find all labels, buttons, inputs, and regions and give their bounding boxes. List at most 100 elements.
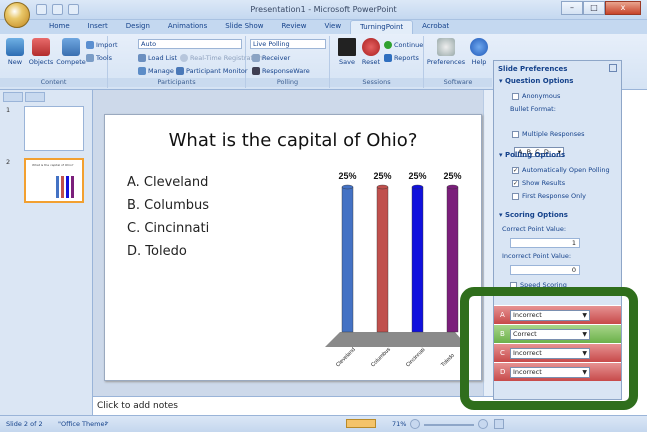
help-button[interactable]: Help [466, 38, 492, 66]
help-icon [470, 38, 488, 56]
tab-turningpoint[interactable]: TurningPoint [350, 20, 414, 34]
responseware-button[interactable]: ResponseWare [252, 66, 310, 76]
tab-view[interactable]: View [315, 20, 350, 34]
zoom-out-icon[interactable] [410, 419, 420, 429]
office-button[interactable] [4, 2, 30, 28]
minimize-button[interactable]: – [561, 1, 583, 15]
spellcheck-icon[interactable]: ✓ [104, 420, 109, 428]
section-label: Polling Options [504, 151, 566, 159]
responseware-label: ResponseWare [262, 67, 310, 75]
title-bar: Presentation1 - Microsoft PowerPoint – □… [0, 0, 647, 20]
tab-slide-show[interactable]: Slide Show [216, 20, 272, 34]
live-polling-dropdown[interactable]: Live Polling [250, 39, 326, 49]
ribbon-tabs: Home Insert Design Animations Slide Show Revi… [0, 20, 647, 34]
window-title: Presentation1 - Microsoft PowerPoint [250, 5, 397, 14]
tab-review[interactable]: Review [272, 20, 315, 34]
group-participants: Auto Load List Real-Time Registration Ma… [108, 36, 263, 88]
tools-icon [86, 54, 94, 62]
reset-button[interactable]: Reset [358, 38, 384, 66]
pane-close-icon[interactable] [609, 64, 617, 72]
fit-to-window-icon[interactable] [494, 419, 504, 429]
view-buttons[interactable] [346, 419, 376, 428]
group-label-participants: Participants [108, 78, 245, 87]
tab-acrobat[interactable]: Acrobat [413, 20, 458, 34]
first-response-checkbox[interactable]: First Response Only [512, 192, 586, 200]
chart-bar-top [411, 184, 424, 190]
correct-point-input[interactable]: 1 [510, 238, 580, 248]
continue-button[interactable]: Continue [384, 40, 423, 50]
checkbox-label: Automatically Open Polling [522, 166, 610, 174]
monitor-label: Participant Monitor [186, 67, 248, 75]
tab-animations[interactable]: Animations [159, 20, 216, 34]
notes-pane[interactable]: Click to add notes [93, 396, 493, 415]
auto-open-checkbox[interactable]: ✓ Automatically Open Polling [512, 166, 610, 174]
thumbnail-title: What is the capital of Ohio? [32, 163, 74, 167]
help-label: Help [471, 58, 487, 66]
slide-number: 2 [6, 158, 11, 166]
data-label: 25% [373, 171, 391, 181]
receiver-button[interactable]: Receiver [252, 53, 290, 63]
continue-icon [384, 41, 392, 49]
auto-value: Auto [141, 40, 157, 48]
slide-thumbnail-2[interactable]: What is the capital of Ohio? [24, 158, 84, 203]
results-chart[interactable]: 25% Cleveland 25% Columbus 25% Cincinnati 25% T… [320, 167, 470, 377]
reports-label: Reports [394, 54, 419, 62]
slide-thumbnail-1[interactable] [24, 106, 84, 151]
slide-canvas[interactable]: What is the capital of Ohio? A. Clevelan… [104, 114, 482, 381]
outline-tab[interactable] [25, 92, 45, 102]
receiver-icon [252, 54, 260, 62]
slides-tab[interactable] [3, 92, 23, 102]
incorrect-point-input[interactable]: 0 [510, 265, 580, 275]
group-sessions: Save Reset Continue Reports Sessions [330, 36, 424, 88]
tab-home[interactable]: Home [40, 20, 79, 34]
zoom-level: 71% [392, 420, 407, 428]
checkbox-icon [512, 92, 519, 100]
zoom-slider[interactable] [424, 424, 474, 426]
answer-list[interactable]: A. Cleveland B. Columbus C. Cincinnati D… [127, 171, 209, 263]
correct-point-label: Correct Point Value: [502, 225, 567, 233]
category-label: Cincinnati [405, 347, 426, 368]
zoom-in-icon[interactable] [478, 419, 488, 429]
anonymous-checkbox[interactable]: Anonymous [512, 92, 560, 100]
participant-monitor-button[interactable]: Participant Monitor [176, 66, 248, 76]
participant-list-dropdown[interactable]: Auto [138, 39, 242, 49]
manage-button[interactable]: Manage [138, 66, 174, 76]
compete-button[interactable]: Compete [56, 38, 86, 66]
manage-label: Manage [148, 67, 174, 75]
answer-item: D. Toledo [127, 244, 187, 259]
load-list-button[interactable]: Load List [138, 53, 177, 63]
reports-button[interactable]: Reports [384, 53, 419, 63]
new-button[interactable]: New [2, 38, 28, 66]
section-scoring-options[interactable]: ▾ Scoring Options [499, 211, 568, 219]
show-results-checkbox[interactable]: ✓ Show Results [512, 179, 565, 187]
chart-bar [446, 186, 459, 333]
slide-title[interactable]: What is the capital of Ohio? [105, 130, 481, 151]
data-label: 25% [408, 171, 426, 181]
close-button[interactable]: x [605, 1, 641, 15]
preferences-button[interactable]: Preferences [426, 38, 466, 66]
save-session-button[interactable]: Save [334, 38, 360, 66]
section-label: Scoring Options [504, 211, 568, 219]
floppy-icon [338, 38, 356, 56]
section-polling-options[interactable]: ▾ Polling Options [499, 151, 565, 159]
chart-bar [341, 186, 354, 333]
check-icon: ✓ [512, 166, 519, 174]
live-polling-value: Live Polling [253, 40, 290, 48]
section-question-options[interactable]: ▾ Question Options [499, 77, 573, 85]
checkbox-icon [512, 192, 519, 200]
tab-design[interactable]: Design [117, 20, 159, 34]
multiple-responses-checkbox[interactable]: Multiple Responses [512, 130, 585, 138]
group-label-polling: Polling [246, 78, 329, 87]
data-label: 25% [338, 171, 356, 181]
tab-insert[interactable]: Insert [79, 20, 117, 34]
objects-button[interactable]: Objects [28, 38, 54, 66]
checkbox-label: Anonymous [522, 92, 561, 100]
preferences-icon [437, 38, 455, 56]
category-label: Cleveland [335, 347, 357, 369]
checkbox-label: First Response Only [522, 192, 586, 200]
maximize-button[interactable]: □ [583, 1, 605, 15]
window-controls: – □ x [561, 1, 641, 15]
data-label: 25% [443, 171, 461, 181]
group-label-content: Content [0, 78, 107, 87]
chart-bar [376, 186, 389, 333]
